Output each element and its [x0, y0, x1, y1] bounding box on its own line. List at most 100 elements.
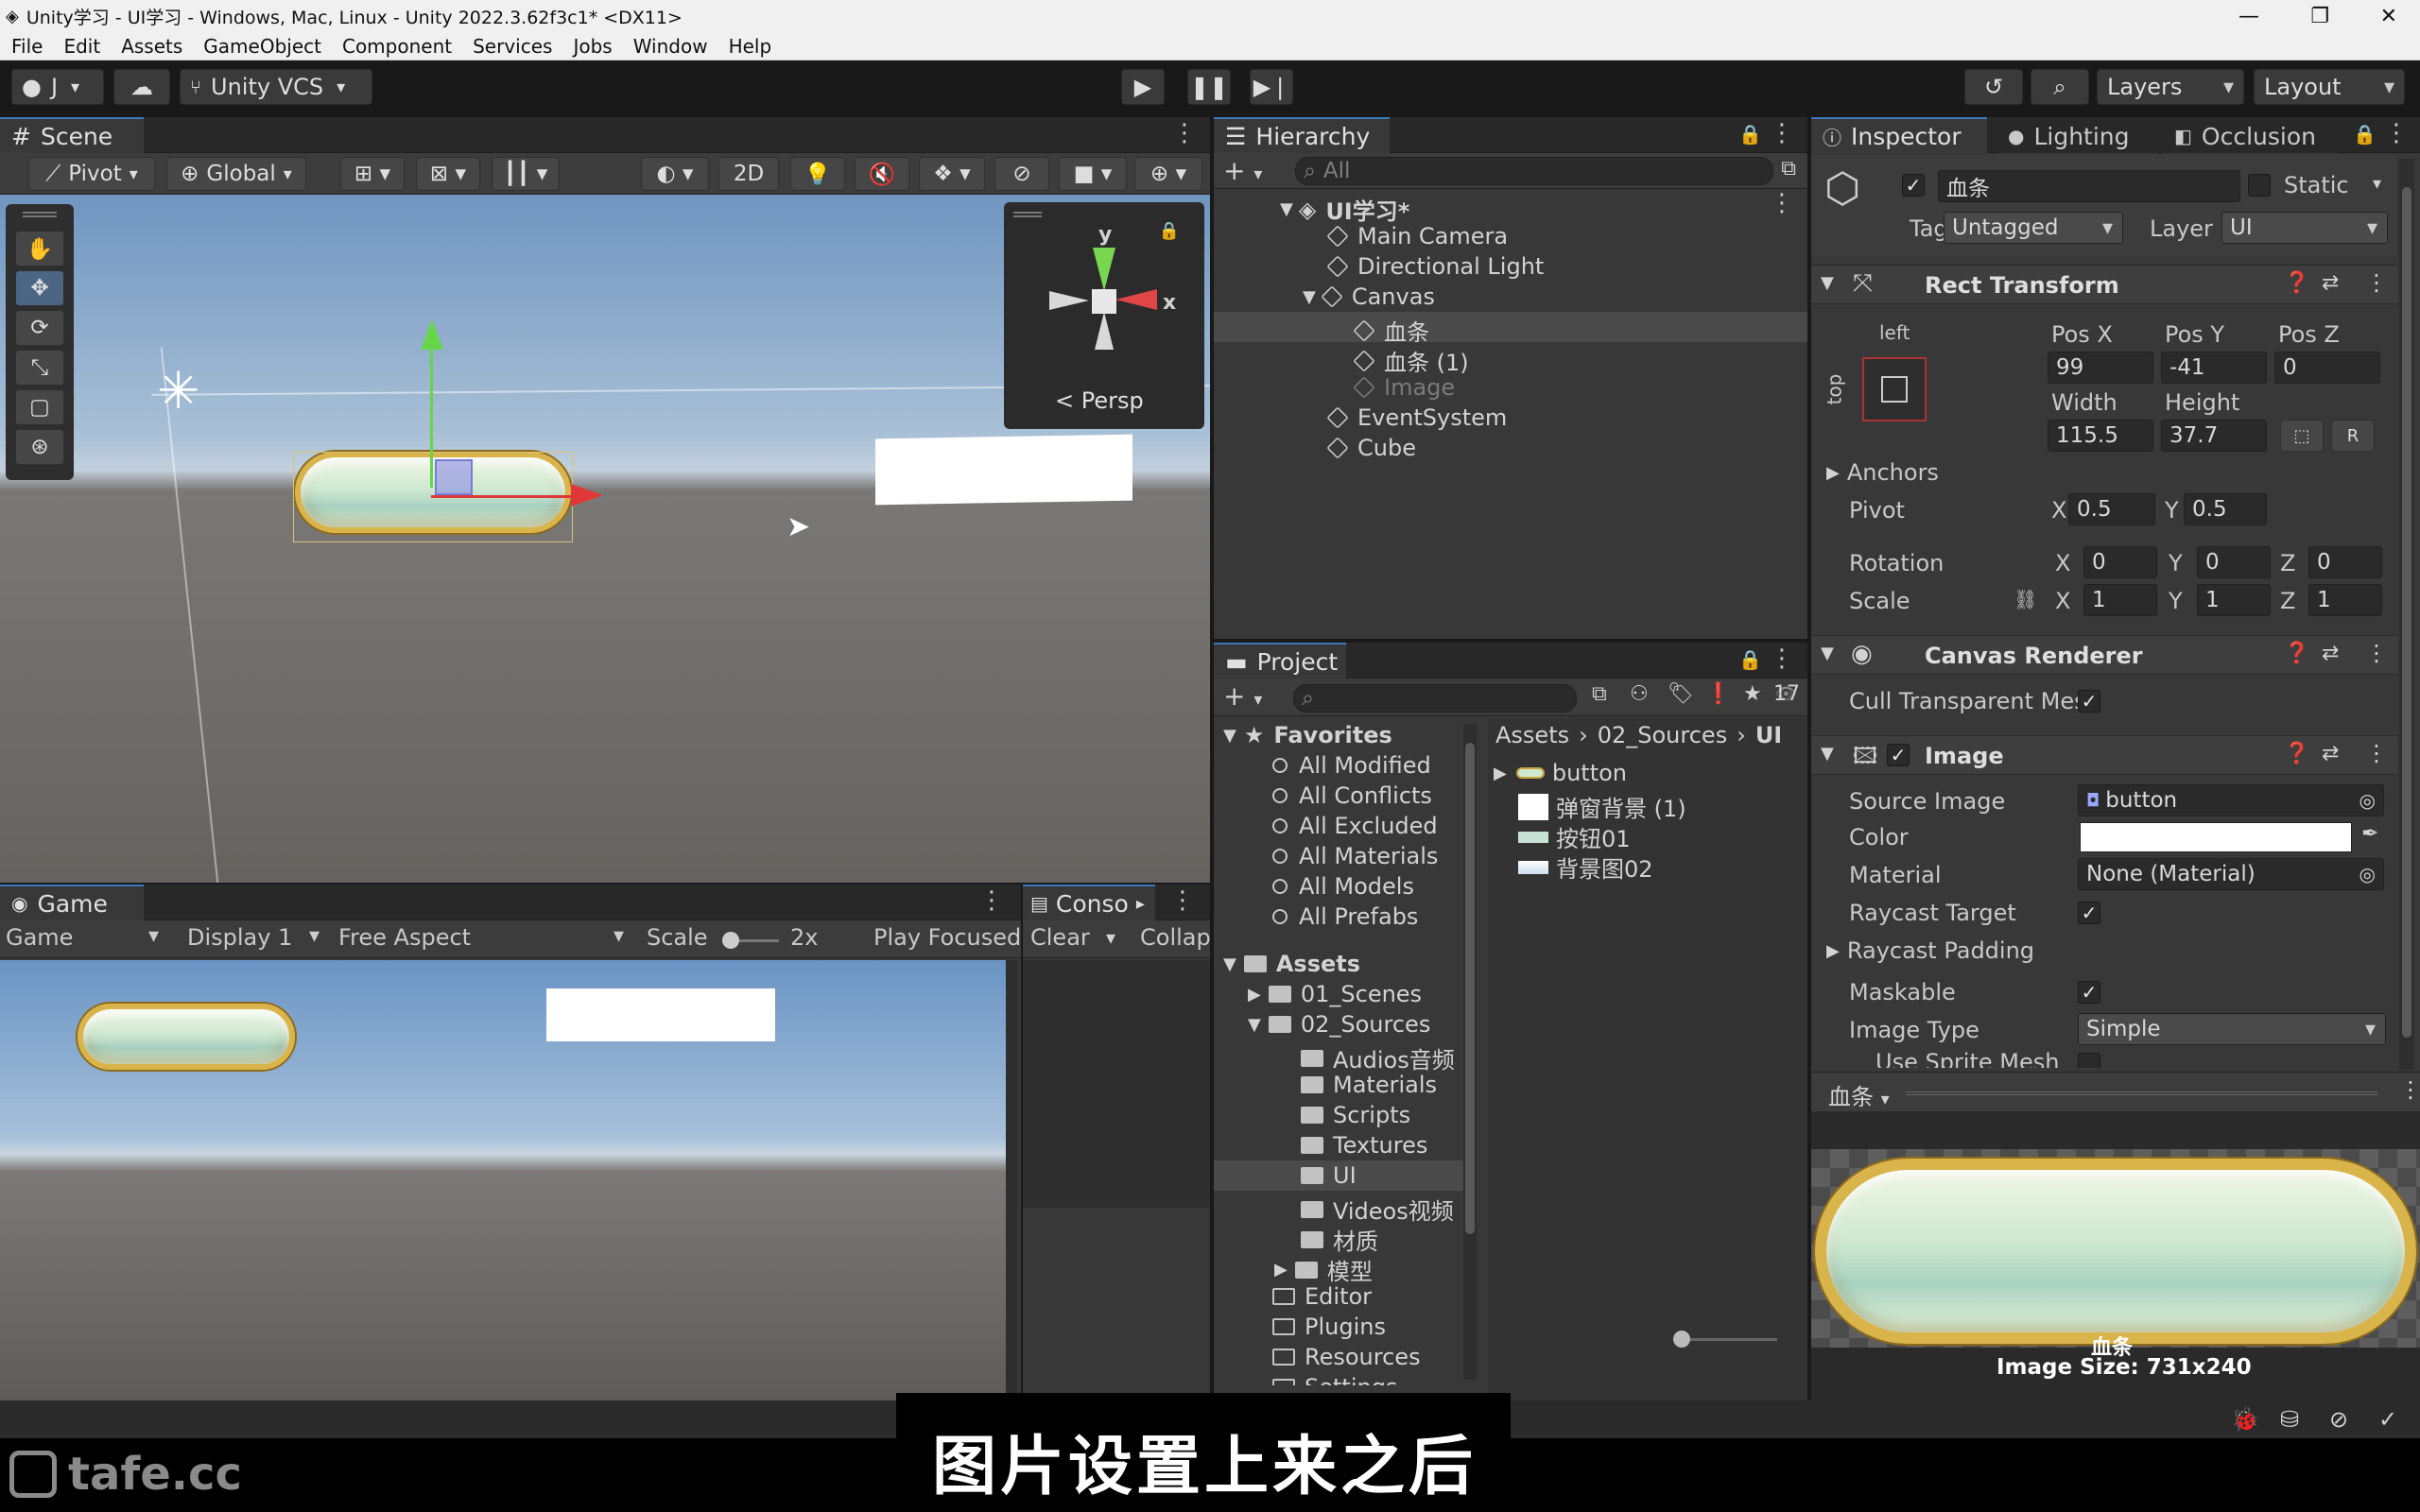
- component-menu-icon[interactable]: ⋮: [2365, 640, 2388, 666]
- menu-window[interactable]: Window: [633, 35, 708, 58]
- breadcrumb-sources[interactable]: 02_Sources: [1598, 722, 1727, 748]
- folder-audios[interactable]: Audios音频: [1301, 1041, 1455, 1074]
- inspector-scrollbar[interactable]: [2399, 159, 2414, 1070]
- increment-snap-button[interactable]: ⊠ ▾: [416, 157, 480, 191]
- tag-dropdown[interactable]: Untagged: [1944, 212, 2123, 244]
- scene-menu-icon[interactable]: ⋮: [1172, 119, 1197, 147]
- anchor-preset-button[interactable]: [1862, 357, 1927, 421]
- hierarchy-item-eventsystem[interactable]: EventSystem: [1326, 404, 1507, 431]
- menu-file[interactable]: File: [11, 35, 43, 58]
- align-button[interactable]: ┃┃ ▾: [492, 157, 560, 191]
- eyedropper-icon[interactable]: ✒: [2361, 822, 2378, 846]
- lock-icon[interactable]: 🔒: [1738, 123, 1762, 146]
- history-button[interactable]: ↺: [1964, 69, 2023, 105]
- posy-input[interactable]: -41: [2161, 352, 2267, 384]
- rotate-tool-button[interactable]: ⟳: [15, 310, 64, 346]
- object-name-input[interactable]: 血条: [1938, 170, 2240, 202]
- scale-slider-thumb[interactable]: [722, 932, 739, 949]
- gizmo-x-cone[interactable]: [1115, 289, 1157, 310]
- preview-name-dropdown[interactable]: 血条 ▾: [1828, 1078, 1890, 1111]
- posz-input[interactable]: 0: [2274, 352, 2380, 384]
- hierarchy-item-main-camera[interactable]: Main Camera: [1326, 223, 1508, 249]
- breadcrumb-ui[interactable]: UI: [1755, 722, 1782, 748]
- thumbnail-slider-thumb[interactable]: [1673, 1331, 1690, 1348]
- effects-dropdown[interactable]: ❖ ▾: [919, 157, 985, 191]
- tab-lighting[interactable]: ● Lighting: [1996, 117, 2157, 153]
- rect-tool-button[interactable]: ▢: [15, 389, 64, 425]
- pause-button[interactable]: ❚❚: [1187, 69, 1231, 105]
- rot-y-input[interactable]: 0: [2197, 546, 2271, 578]
- folder-material-cn[interactable]: 材质: [1301, 1223, 1378, 1256]
- add-button[interactable]: + ▾: [1223, 155, 1262, 186]
- folder-materials[interactable]: Materials: [1301, 1072, 1437, 1098]
- color-swatch[interactable]: [2080, 822, 2352, 852]
- scene-viewport[interactable]: ✳ ➤ ✋ ✥ ⟳ ⤡ ▢ ⊛ 🔒 y x < Persp: [0, 195, 1210, 883]
- folder-textures[interactable]: Textures: [1301, 1132, 1427, 1159]
- scale-slider[interactable]: [722, 932, 779, 949]
- global-dropdown[interactable]: ⊕ Global ▾: [166, 157, 306, 191]
- audio-toggle[interactable]: 🔇: [855, 157, 909, 191]
- lock-icon[interactable]: 🔒: [1159, 221, 1180, 241]
- lock-icon[interactable]: 🔒: [2353, 123, 2377, 146]
- step-button[interactable]: ▶❘: [1250, 69, 1293, 105]
- tab-game[interactable]: ◉ Game: [0, 885, 144, 920]
- search-button[interactable]: ⌕: [2031, 69, 2089, 105]
- preset-icon[interactable]: ⇄: [2322, 642, 2339, 665]
- pivot-dropdown[interactable]: ⟋ Pivot ▾: [28, 157, 155, 191]
- blueprint-mode-button[interactable]: ⬚: [2280, 420, 2324, 452]
- image-enabled-checkbox[interactable]: ✓: [1887, 744, 1910, 766]
- camera-dropdown[interactable]: ■ ▾: [1059, 157, 1127, 191]
- menu-gameobject[interactable]: GameObject: [203, 35, 321, 58]
- project-tree-scrollbar[interactable]: [1463, 724, 1477, 1380]
- inspector-scrollbar-thumb[interactable]: [2402, 187, 2411, 1038]
- height-input[interactable]: 37.7: [2161, 420, 2267, 452]
- preset-icon[interactable]: ⇄: [2322, 271, 2339, 295]
- component-menu-icon[interactable]: ⋮: [2365, 740, 2388, 766]
- warning-icon[interactable]: ❗: [1705, 682, 1731, 706]
- lock-icon[interactable]: 🔒: [1738, 648, 1762, 671]
- scale-y-input[interactable]: 1: [2197, 584, 2271, 616]
- favorite-icon[interactable]: ★: [1743, 682, 1762, 706]
- chevron-down-icon[interactable]: ▾: [1106, 926, 1115, 949]
- scene-white-panel[interactable]: [875, 434, 1132, 506]
- folder-plugins[interactable]: Plugins: [1272, 1314, 1386, 1340]
- use-sprite-mesh-checkbox[interactable]: [2078, 1053, 2100, 1068]
- game-scrollbar[interactable]: [1006, 960, 1017, 1400]
- folder-ui[interactable]: UI: [1301, 1162, 1357, 1189]
- asset-button[interactable]: ▶ button: [1494, 760, 1627, 786]
- asset-popup-bg[interactable]: 弹窗背景 (1): [1518, 790, 1686, 823]
- project-menu-icon[interactable]: ⋮: [1770, 644, 1794, 673]
- hierarchy-item-healthbar[interactable]: 血条: [1353, 314, 1429, 347]
- raw-edit-button[interactable]: R: [2331, 420, 2375, 452]
- preview-menu-icon[interactable]: ⋮: [2399, 1076, 2420, 1103]
- favorite-all-excluded[interactable]: All Excluded: [1272, 813, 1438, 839]
- game-white-panel[interactable]: [546, 988, 775, 1041]
- scale-z-input[interactable]: 1: [2308, 584, 2382, 616]
- help-icon[interactable]: ❓: [2284, 642, 2309, 665]
- layer-dropdown[interactable]: UI: [2221, 212, 2388, 244]
- maximize-button[interactable]: ❐: [2310, 5, 2329, 28]
- tab-scene[interactable]: # Scene: [0, 117, 144, 153]
- thumbnail-size-slider[interactable]: [1673, 1331, 1777, 1348]
- scene-item-menu-icon[interactable]: ⋮: [1770, 189, 1794, 217]
- collapse-button[interactable]: Collap: [1140, 924, 1211, 951]
- folder-01-scenes[interactable]: ▶ 01_Scenes: [1248, 981, 1422, 1007]
- rot-z-input[interactable]: 0: [2308, 546, 2382, 578]
- gizmo-neg-y-cone[interactable]: [1095, 312, 1114, 350]
- menu-assets[interactable]: Assets: [121, 35, 182, 58]
- help-icon[interactable]: ❓: [2284, 742, 2309, 765]
- folder-models[interactable]: ▶ 模型: [1274, 1253, 1373, 1286]
- aspect-dropdown[interactable]: Free Aspect: [338, 924, 633, 954]
- persp-label[interactable]: < Persp: [1055, 387, 1144, 414]
- shading-button[interactable]: ◐ ▾: [641, 157, 709, 191]
- lighting-toggle[interactable]: 💡: [790, 157, 845, 191]
- hierarchy-item-cube[interactable]: Cube: [1326, 435, 1416, 461]
- assets-header[interactable]: ▼ Assets: [1223, 951, 1360, 977]
- preview-splitter[interactable]: [1906, 1091, 2378, 1095]
- orientation-gizmo[interactable]: 🔒 y x < Persp: [1004, 202, 1204, 429]
- cull-transparent-checkbox[interactable]: ✓: [2078, 690, 2100, 713]
- rot-x-input[interactable]: 0: [2083, 546, 2157, 578]
- constrain-proportions-icon[interactable]: ⛓: [2014, 588, 2037, 610]
- console-menu-icon[interactable]: ⋮: [1170, 886, 1195, 915]
- image-type-dropdown[interactable]: Simple: [2078, 1013, 2386, 1045]
